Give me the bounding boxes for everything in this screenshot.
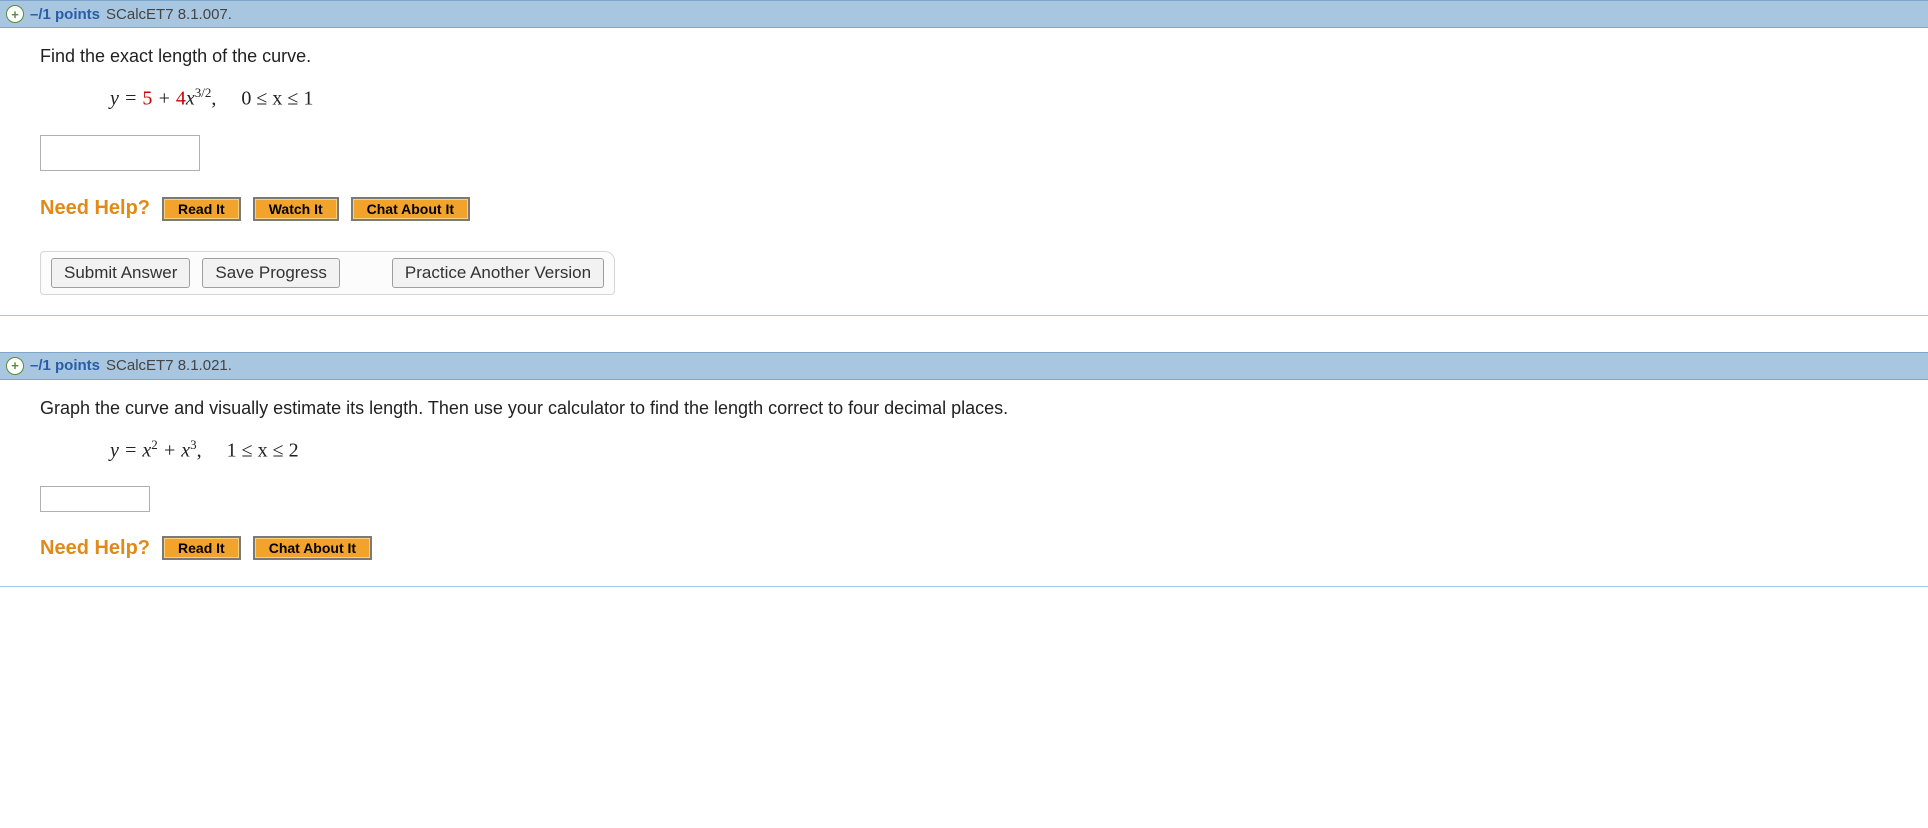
need-help-label: Need Help? — [40, 537, 150, 560]
read-it-button[interactable]: Read It — [162, 536, 241, 560]
question1-body: Find the exact length of the curve. y = … — [0, 28, 1928, 316]
watch-it-button[interactable]: Watch It — [253, 197, 339, 221]
question2-equation: y = x2 + x3, 1 ≤ x ≤ 2 — [110, 437, 1898, 463]
expand-icon[interactable]: + — [6, 5, 24, 23]
chat-about-it-button[interactable]: Chat About It — [351, 197, 470, 221]
question1-equation: y = 5 + 4x3/2, 0 ≤ x ≤ 1 — [110, 85, 1898, 111]
source-label: SCalcET7 8.1.007. — [106, 6, 232, 23]
action-bar: Submit Answer Save Progress Practice Ano… — [40, 251, 615, 295]
question2-prompt: Graph the curve and visually estimate it… — [40, 398, 1898, 419]
question2-body: Graph the curve and visually estimate it… — [0, 380, 1928, 588]
answer-input-q1[interactable] — [40, 135, 200, 171]
read-it-button[interactable]: Read It — [162, 197, 241, 221]
expand-icon[interactable]: + — [6, 357, 24, 375]
points-label: –/1 points — [30, 6, 100, 23]
chat-about-it-button[interactable]: Chat About It — [253, 536, 372, 560]
points-label: –/1 points — [30, 357, 100, 374]
question1-header: + –/1 points SCalcET7 8.1.007. — [0, 0, 1928, 28]
question1-prompt: Find the exact length of the curve. — [40, 46, 1898, 67]
source-label: SCalcET7 8.1.021. — [106, 357, 232, 374]
answer-input-q2[interactable] — [40, 486, 150, 512]
submit-answer-button[interactable]: Submit Answer — [51, 258, 190, 288]
question2-header: + –/1 points SCalcET7 8.1.021. — [0, 352, 1928, 380]
save-progress-button[interactable]: Save Progress — [202, 258, 340, 288]
need-help-label: Need Help? — [40, 197, 150, 220]
practice-another-button[interactable]: Practice Another Version — [392, 258, 604, 288]
